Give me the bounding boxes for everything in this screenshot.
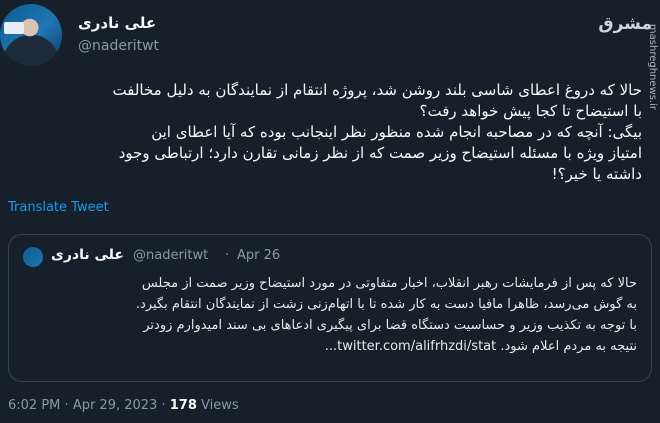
quoted-tweet[interactable]: علی نادری @naderitwt · Apr 26 حالا که پس… [8,234,652,382]
quoted-date[interactable]: Apr 26 [237,248,280,263]
tweet-text-content: حالا که دروغ اعطای شاسی بلند روشن شد، پر… [112,81,642,183]
quoted-author-handle: @naderitwt [133,248,209,263]
tweet-meta: 6:02 PM · Apr 29, 2023 · 178 Views [8,398,239,413]
watermark-logo: مشرق [598,14,652,34]
quoted-text-content: حالا که پس از فرمایشات رهبر انقلاب، اخبا… [135,276,637,354]
watermark-url: mashreghnews.ir [647,23,658,110]
tweet-time[interactable]: 6:02 PM [8,398,60,413]
quoted-author-avatar [23,247,43,267]
meta-separator: · [64,398,69,413]
tweet: علی نادری @naderitwt مشرق mashreghnews.i… [0,0,660,423]
views-label: Views [201,398,239,413]
meta-separator-2: · [161,398,166,413]
quoted-text: حالا که پس از فرمایشات رهبر انقلاب، اخبا… [23,273,637,357]
quoted-separator: · [225,248,230,263]
author-handle[interactable]: @naderitwt [78,38,159,54]
author-avatar[interactable] [0,4,62,66]
tweet-text: حالا که دروغ اعطای شاسی بلند روشن شد، پر… [8,80,642,185]
translate-tweet-link[interactable]: Translate Tweet [8,200,109,215]
views-count: 178 [169,398,197,413]
avatar-badge-icon [4,22,24,34]
author-name[interactable]: علی نادری [78,14,156,32]
tweet-date[interactable]: Apr 29, 2023 [73,398,158,413]
quoted-author-name: علی نادری [51,247,124,263]
